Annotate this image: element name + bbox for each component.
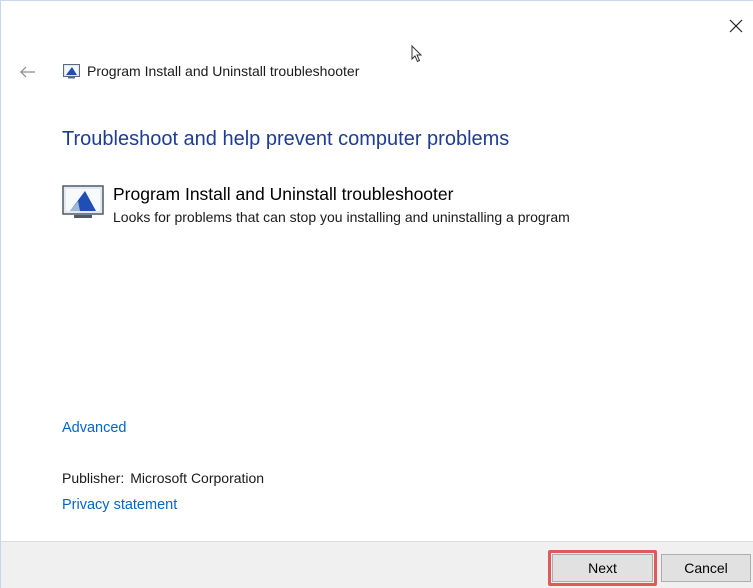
privacy-statement-link[interactable]: Privacy statement (62, 497, 177, 513)
page-heading: Troubleshoot and help prevent computer p… (62, 128, 510, 150)
title-row: Program Install and Uninstall troublesho… (1, 59, 601, 85)
publisher-value: Microsoft Corporation (130, 470, 265, 486)
close-icon (729, 19, 743, 33)
cancel-button[interactable]: Cancel (661, 554, 751, 582)
publisher-info: Publisher: Microsoft Corporation (62, 470, 264, 486)
footer-bar: Next Cancel (1, 541, 753, 588)
troubleshooter-icon (63, 64, 80, 79)
window-title: Program Install and Uninstall troublesho… (87, 63, 360, 79)
publisher-label: Publisher: (62, 470, 125, 486)
close-button[interactable] (725, 15, 747, 37)
troubleshooter-item-icon (62, 185, 104, 218)
troubleshooter-description: Looks for problems that can stop you ins… (113, 209, 570, 225)
back-arrow-icon (20, 66, 35, 78)
troubleshooter-window: Program Install and Uninstall troublesho… (0, 0, 753, 588)
troubleshooter-title: Program Install and Uninstall troublesho… (113, 184, 454, 204)
back-button[interactable] (19, 64, 37, 80)
next-button[interactable]: Next (552, 554, 653, 582)
advanced-link[interactable]: Advanced (62, 420, 127, 436)
